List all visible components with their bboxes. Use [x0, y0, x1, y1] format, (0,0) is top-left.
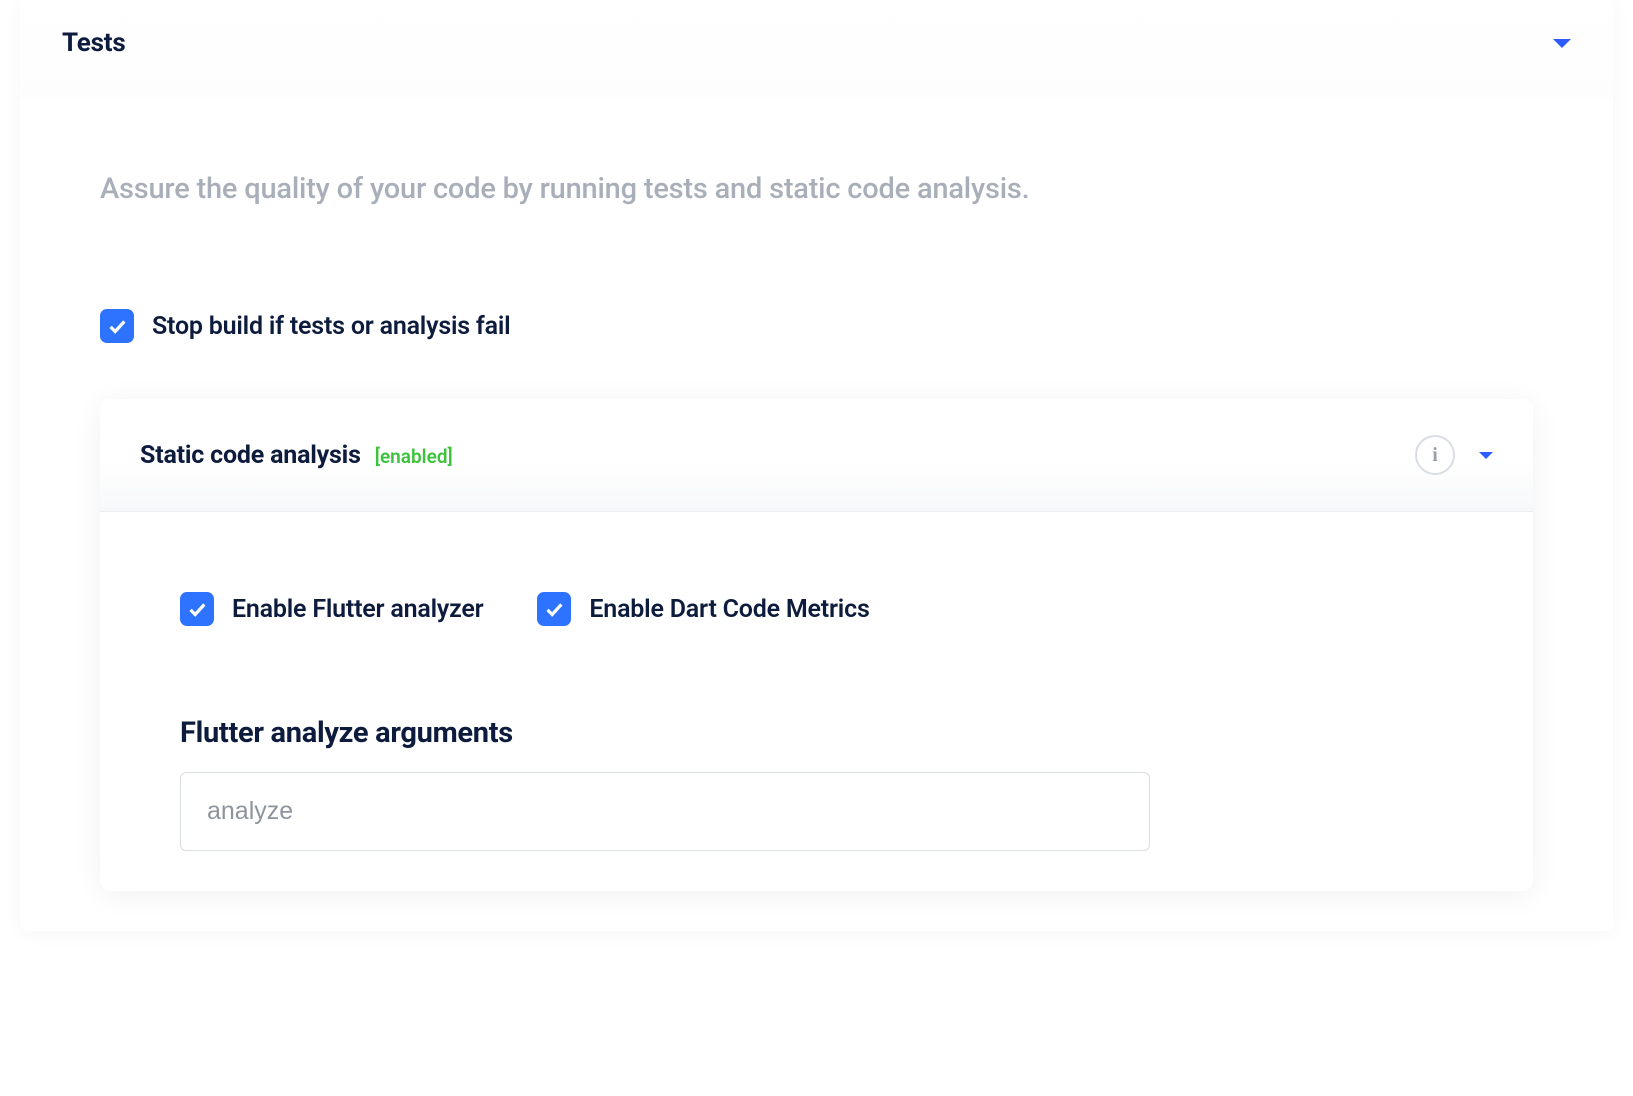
check-icon — [543, 598, 565, 620]
enable-dart-code-metrics-row: Enable Dart Code Metrics — [537, 592, 869, 626]
chevron-down-icon[interactable] — [1553, 39, 1571, 48]
stop-on-fail-label: Stop build if tests or analysis fail — [152, 312, 510, 341]
static-analysis-body: Enable Flutter analyzer Enable Dart Code… — [100, 512, 1533, 891]
enable-dart-code-metrics-checkbox[interactable] — [537, 592, 571, 626]
tests-description: Assure the quality of your code by runni… — [100, 170, 1533, 209]
check-icon — [106, 315, 128, 337]
tests-section-title: Tests — [62, 28, 126, 58]
static-analysis-title: Static code analysis — [140, 441, 361, 470]
flutter-analyze-args-label: Flutter analyze arguments — [180, 716, 1453, 750]
enable-flutter-analyzer-label: Enable Flutter analyzer — [232, 595, 483, 624]
enable-flutter-analyzer-checkbox[interactable] — [180, 592, 214, 626]
enable-dart-code-metrics-label: Enable Dart Code Metrics — [589, 595, 869, 624]
tests-section-header[interactable]: Tests — [20, 0, 1613, 98]
static-analysis-header-actions: i — [1415, 435, 1493, 475]
static-analysis-card: Static code analysis [enabled] i Enable … — [100, 399, 1533, 891]
tests-section-card: Tests Assure the quality of your code by… — [20, 0, 1613, 931]
stop-on-fail-row: Stop build if tests or analysis fail — [100, 309, 1533, 343]
static-analysis-title-wrap: Static code analysis [enabled] — [140, 441, 453, 470]
tests-section-body: Assure the quality of your code by runni… — [20, 98, 1613, 931]
static-analysis-header[interactable]: Static code analysis [enabled] i — [100, 399, 1533, 512]
chevron-down-icon[interactable] — [1479, 452, 1493, 459]
status-badge: [enabled] — [375, 445, 453, 468]
info-icon[interactable]: i — [1415, 435, 1455, 475]
analyzer-checkbox-group: Enable Flutter analyzer Enable Dart Code… — [180, 592, 1453, 626]
stop-on-fail-checkbox[interactable] — [100, 309, 134, 343]
enable-flutter-analyzer-row: Enable Flutter analyzer — [180, 592, 483, 626]
check-icon — [186, 598, 208, 620]
flutter-analyze-args-input[interactable] — [180, 772, 1150, 851]
